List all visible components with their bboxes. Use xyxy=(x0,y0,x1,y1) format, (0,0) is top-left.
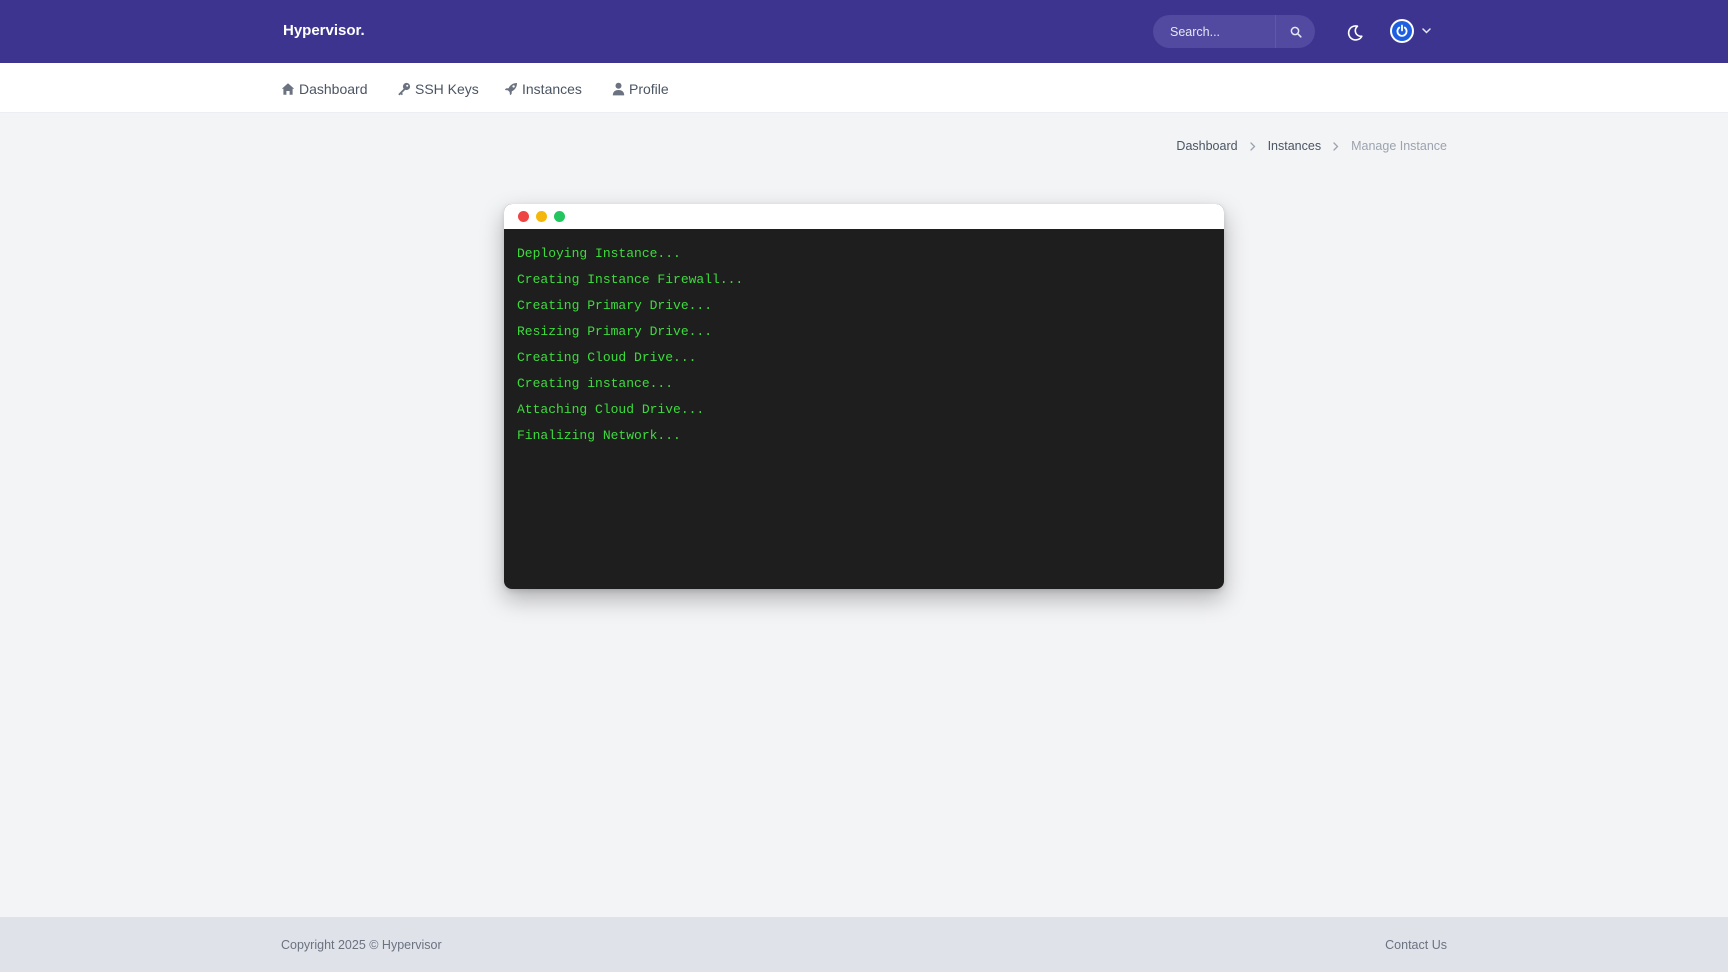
breadcrumb-dashboard[interactable]: Dashboard xyxy=(1176,139,1237,153)
search-box xyxy=(1153,15,1315,48)
search-button[interactable] xyxy=(1275,15,1315,48)
brand-logo[interactable]: Hypervisor. xyxy=(283,22,365,39)
user-menu[interactable] xyxy=(1390,17,1436,45)
nav-item-instances[interactable]: Instances xyxy=(504,79,582,99)
footer: Copyright 2025 © Hypervisor Contact Us xyxy=(0,917,1728,972)
user-icon xyxy=(612,82,625,96)
nav-item-label: SSH Keys xyxy=(415,81,479,97)
copyright-text: Copyright 2025 © Hypervisor xyxy=(281,938,442,952)
terminal-output: Deploying Instance... Creating Instance … xyxy=(504,229,1224,461)
nav-item-label: Dashboard xyxy=(299,81,368,97)
chevron-right-icon xyxy=(1333,141,1339,151)
theme-toggle-button[interactable] xyxy=(1344,22,1366,44)
terminal-line: Attaching Cloud Drive... xyxy=(517,402,705,417)
search-icon xyxy=(1290,26,1302,38)
terminal-line: Creating Primary Drive... xyxy=(517,298,713,313)
nav-item-dashboard[interactable]: Dashboard xyxy=(281,79,368,99)
nav-item-label: Instances xyxy=(522,81,582,97)
terminal-line: Creating Cloud Drive... xyxy=(517,350,697,365)
terminal-line: Resizing Primary Drive... xyxy=(517,324,713,339)
minimize-dot xyxy=(536,211,547,222)
home-icon xyxy=(281,83,295,95)
moon-icon xyxy=(1347,25,1363,41)
deploy-terminal: Deploying Instance... Creating Instance … xyxy=(504,204,1224,589)
terminal-line: Finalizing Network... xyxy=(517,428,681,443)
terminal-titlebar xyxy=(504,204,1224,229)
avatar xyxy=(1390,19,1414,43)
key-icon xyxy=(398,82,411,96)
contact-us-link[interactable]: Contact Us xyxy=(1385,938,1447,952)
nav-item-profile[interactable]: Profile xyxy=(612,79,669,99)
chevron-right-icon xyxy=(1249,141,1255,151)
terminal-line: Creating instance... xyxy=(517,376,674,391)
breadcrumb-current: Manage Instance xyxy=(1351,139,1447,153)
power-icon xyxy=(1396,24,1408,37)
breadcrumb-instances[interactable]: Instances xyxy=(1268,139,1322,153)
main-nav: Dashboard SSH Keys Instances Profile xyxy=(0,63,1728,113)
breadcrumb: Dashboard Instances Manage Instance xyxy=(1176,137,1447,155)
rocket-icon xyxy=(504,83,517,96)
chevron-down-icon xyxy=(1422,28,1431,34)
search-input[interactable] xyxy=(1153,15,1275,48)
maximize-dot xyxy=(554,211,565,222)
terminal-line: Creating Instance Firewall... xyxy=(517,272,744,287)
terminal-line: Deploying Instance... xyxy=(517,246,681,261)
close-dot xyxy=(518,211,529,222)
nav-item-ssh-keys[interactable]: SSH Keys xyxy=(397,79,479,99)
top-bar: Hypervisor. xyxy=(0,0,1728,63)
nav-item-label: Profile xyxy=(629,81,669,97)
